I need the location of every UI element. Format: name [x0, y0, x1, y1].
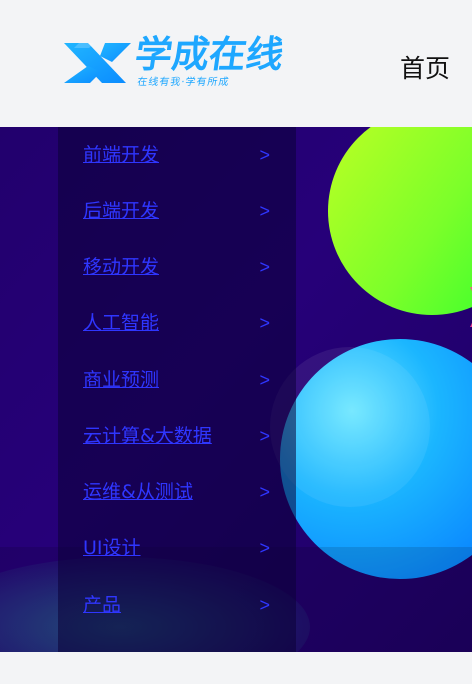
- chevron-right-icon: >: [259, 201, 270, 221]
- brand-title: 学成在线: [132, 33, 287, 76]
- chevron-right-icon: >: [259, 595, 270, 615]
- sidebar-item-label: 前端开发: [83, 144, 160, 166]
- sidebar-item[interactable]: 运维&从测试 >: [83, 480, 270, 504]
- sidebar-item-label: 云计算&大数据: [83, 425, 212, 447]
- brand-logo[interactable]: 学成在线 在线有我·学有所成: [58, 33, 304, 94]
- sidebar-item[interactable]: UI设计 >: [83, 536, 270, 560]
- sidebar-item-label: 后端开发: [83, 200, 160, 222]
- category-sidebar: 前端开发 > 后端开发 > 移动开发 > 人工智能 > 商业预测 > 云计算&大…: [58, 127, 296, 652]
- sidebar-item-label: 运维&从测试: [83, 481, 193, 503]
- sidebar-item[interactable]: 产品 >: [83, 593, 270, 617]
- sidebar-item[interactable]: 商业预测 >: [83, 368, 270, 392]
- brand-logo-mark-icon: [64, 43, 131, 83]
- chevron-right-icon: >: [259, 538, 270, 558]
- hero-banner: 前端开发 > 后端开发 > 移动开发 > 人工智能 > 商业预测 > 云计算&大…: [0, 127, 472, 652]
- brand-text: 学成在线 在线有我·学有所成: [132, 33, 286, 94]
- sidebar-item-label: 商业预测: [83, 369, 160, 391]
- chevron-right-icon: >: [259, 482, 270, 502]
- chevron-right-icon: >: [259, 145, 270, 165]
- chevron-right-icon: >: [259, 370, 270, 390]
- nav-home-link[interactable]: 首页: [400, 49, 450, 85]
- sidebar-item[interactable]: 云计算&大数据 >: [83, 424, 270, 448]
- sidebar-item[interactable]: 移动开发 >: [83, 255, 270, 279]
- page-bottom-strip: [0, 652, 472, 684]
- chevron-right-icon: >: [259, 313, 270, 333]
- chevron-right-icon: >: [259, 426, 270, 446]
- sidebar-item-label: 产品: [83, 594, 122, 616]
- sidebar-item[interactable]: 后端开发 >: [83, 199, 270, 223]
- site-header: 学成在线 在线有我·学有所成 首页: [0, 0, 472, 127]
- page-root: 学成在线 在线有我·学有所成 首页 前端开发 > 后端开发 > 移动开发 > 人…: [0, 0, 472, 684]
- sidebar-item-label: UI设计: [83, 537, 141, 559]
- sidebar-item[interactable]: 人工智能 >: [83, 311, 270, 335]
- sidebar-item-label: 移动开发: [83, 256, 160, 278]
- sidebar-item[interactable]: 前端开发 >: [83, 143, 270, 167]
- sidebar-item-label: 人工智能: [83, 312, 160, 334]
- chevron-right-icon: >: [259, 257, 270, 277]
- brand-slogan: 在线有我·学有所成: [136, 77, 231, 88]
